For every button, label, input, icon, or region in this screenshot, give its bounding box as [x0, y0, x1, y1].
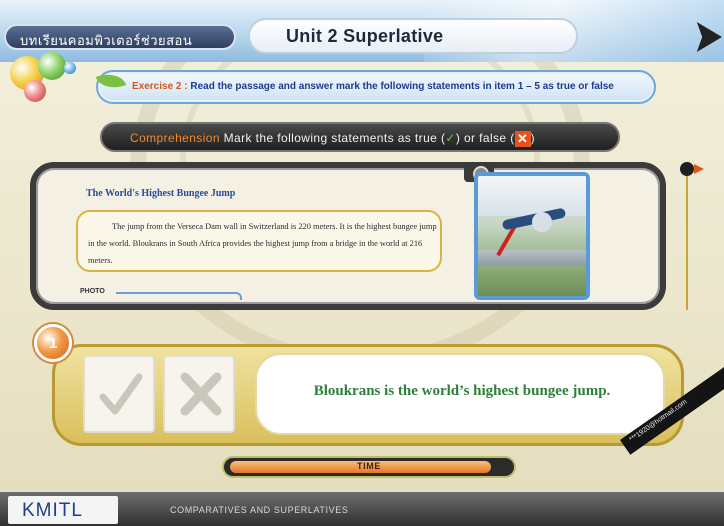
question-number: 1 — [48, 335, 58, 352]
passage-title: The World's Highest Bungee Jump — [86, 188, 236, 199]
decor-ball-green-icon — [38, 52, 66, 80]
comprehension-lead: Comprehension — [130, 131, 220, 146]
decor-ball-blue-icon — [64, 62, 76, 74]
photo-sky — [478, 176, 586, 216]
false-x-icon: ✕ — [514, 131, 531, 147]
reading-passage-panel: The World's Highest Bungee Jump The jump… — [30, 162, 666, 310]
passage-box: The jump from the Verseca Dam wall in Sw… — [76, 210, 442, 272]
unit-title-pill: Unit 2 Superlative — [248, 18, 578, 54]
question-number-badge: 1 — [34, 324, 72, 362]
question-statement: Bloukrans is the world’s highest bungee … — [313, 383, 611, 399]
time-label: TIME — [357, 461, 381, 471]
kmitl-logo: KMITL — [22, 500, 83, 521]
footer-subject: COMPARATIVES AND SUPERLATIVES — [170, 505, 349, 515]
side-divider — [686, 176, 688, 310]
false-answer-button[interactable] — [163, 355, 235, 433]
exercise-lead: Exercise 2 : — [132, 81, 188, 92]
side-arrow-icon — [694, 164, 704, 174]
comprehension-text: Mark the following statements as true ( — [223, 131, 446, 146]
photo-jumper-head — [532, 212, 552, 232]
exercise-instruction: Exercise 2 : Read the passage and answer… — [132, 81, 614, 92]
exercise-instruction-bar: Exercise 2 : Read the passage and answer… — [96, 70, 656, 104]
exercise-instruction-text: Read the passage and answer mark the fol… — [190, 81, 614, 92]
footer-bar: KMITL COMPARATIVES AND SUPERLATIVES — [0, 492, 724, 526]
brand-title: บทเรียนคอมพิวเตอร์ช่วยสอน — [20, 33, 193, 48]
decor-ball-red-icon — [24, 80, 46, 102]
comprehension-instruction: Comprehension Mark the following stateme… — [130, 131, 535, 147]
side-pin-icon — [680, 162, 694, 176]
photo-connector-line — [116, 292, 242, 300]
time-bar: TIME — [222, 456, 516, 478]
comprehension-or-false: ) or false ( — [455, 131, 515, 146]
question-panel: Bloukrans is the world’s highest bungee … — [52, 344, 684, 446]
true-answer-button[interactable] — [83, 355, 155, 433]
check-mark-icon — [99, 373, 143, 415]
comprehension-close: ) — [530, 131, 536, 146]
lesson-screen: บทเรียนคอมพิวเตอร์ช่วยสอน Unit 2 Superla… — [0, 0, 724, 526]
true-check-icon: ✓ — [445, 131, 456, 146]
photo-dam — [478, 250, 586, 266]
photo-label: PHOTO — [80, 288, 105, 295]
footer-logo-box: KMITL — [8, 496, 118, 524]
statement-box: Bloukrans is the world’s highest bungee … — [255, 353, 665, 435]
x-mark-icon — [180, 372, 222, 416]
comprehension-bar: Comprehension Mark the following stateme… — [100, 122, 620, 152]
brand-pill: บทเรียนคอมพิวเตอร์ช่วยสอน — [4, 24, 236, 50]
bungee-photo — [474, 172, 590, 300]
passage-body: The jump from the Verseca Dam wall in Sw… — [88, 222, 437, 265]
unit-title: Unit 2 Superlative — [286, 26, 444, 46]
